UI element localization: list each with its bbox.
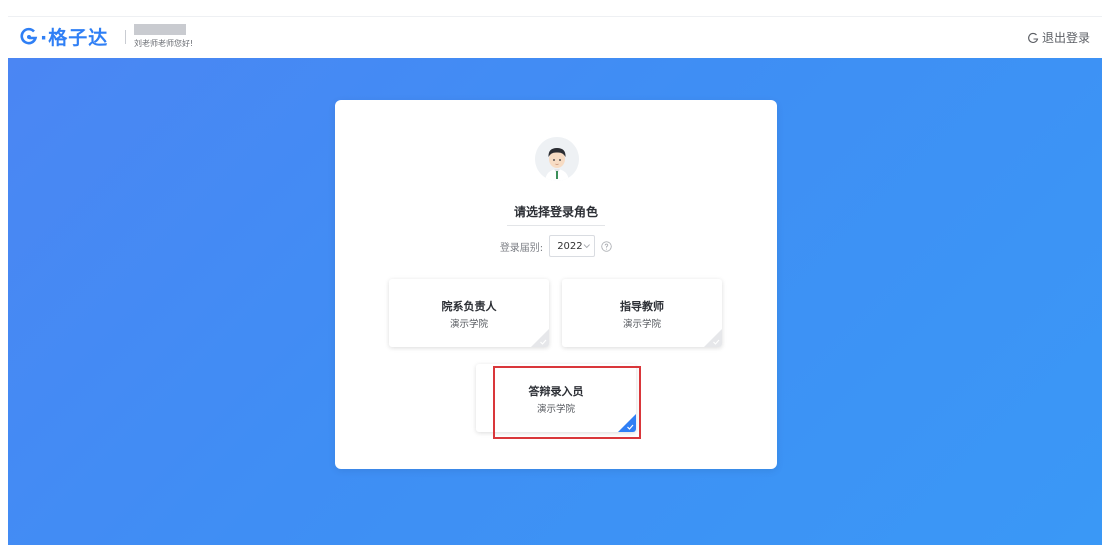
role-card-dept-head[interactable]: 院系负责人 演示学院 (389, 279, 549, 347)
user-name-redacted (134, 24, 186, 35)
logout-label: 退出登录 (1041, 31, 1090, 45)
year-label: 登录届别: (499, 242, 544, 254)
role-name: 指导教师 (620, 300, 664, 313)
logout-icon (1028, 32, 1039, 43)
role-name: 院系负责人 (441, 300, 497, 313)
title-underline (507, 225, 605, 226)
role-college: 演示学院 (449, 319, 488, 330)
logo-text: ·格子达 (40, 26, 109, 49)
page: ·格子达 刘老师老师您好! 退出登录 请选择登录角色 登录届别: 2022 院系… (0, 0, 1102, 545)
avatar (535, 137, 579, 181)
selection-highlight-box (493, 366, 641, 439)
page-title: 请选择登录角色 (513, 205, 598, 219)
greeting-text: 刘老师老师您好! (134, 39, 194, 48)
year-row: 登录届别: 2022 (335, 235, 777, 257)
help-icon[interactable] (601, 240, 612, 252)
role-card-advisor[interactable]: 指导教师 演示学院 (562, 279, 722, 347)
logout-button[interactable]: 退出登录 (1027, 29, 1090, 46)
avatar-icon (535, 137, 579, 181)
year-value: 2022 (557, 240, 583, 252)
unselected-check-corner-icon (704, 329, 722, 347)
logo-g-icon (20, 27, 38, 45)
year-select[interactable]: 2022 (549, 235, 596, 257)
user-info: 刘老师老师您好! (134, 24, 193, 49)
unselected-check-corner-icon (531, 329, 549, 347)
app-logo[interactable]: ·格子达 (20, 23, 108, 49)
role-college: 演示学院 (622, 319, 661, 330)
header-divider (125, 30, 126, 44)
top-bar: ·格子达 刘老师老师您好! 退出登录 (8, 16, 1102, 58)
chevron-down-icon (583, 244, 590, 249)
